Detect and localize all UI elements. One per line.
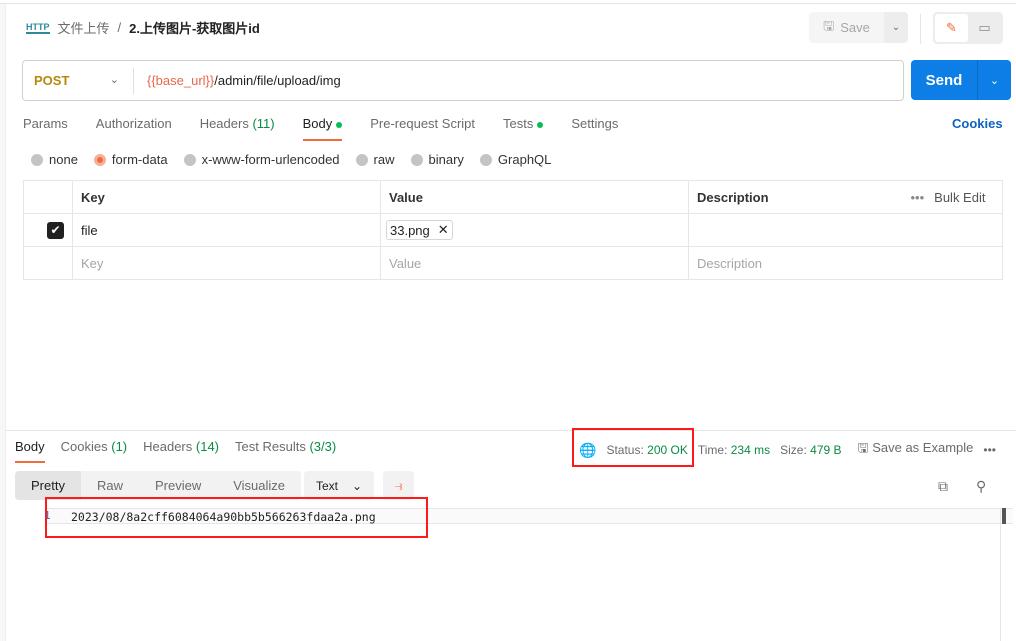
response-tabs: Body Cookies (1) Headers (14) Test Resul… — [15, 439, 352, 463]
close-icon[interactable]: ✕ — [438, 222, 449, 238]
save-icon: 🖫 — [823, 17, 835, 33]
url-path: /admin/file/upload/img — [214, 73, 341, 88]
copy-icon[interactable]: ⧉ — [938, 478, 948, 495]
header-description: Description — [688, 180, 903, 214]
save-dropdown[interactable]: ⌄ — [884, 12, 908, 43]
radio-binary[interactable]: binary — [410, 152, 464, 167]
highlight-box-status — [572, 428, 694, 467]
response-tab-cookies[interactable]: Cookies (1) — [61, 439, 127, 463]
method-select[interactable]: POST ⌄ — [23, 73, 133, 88]
http-icon: HTTP — [26, 21, 50, 34]
url-variable: {{base_url}} — [147, 73, 215, 88]
save-label: Save — [840, 20, 870, 35]
save-button[interactable]: 🖫 Save — [809, 12, 884, 43]
send-button[interactable]: Send — [911, 60, 978, 100]
value-cell[interactable]: 33.png ✕ — [380, 213, 689, 247]
radio-graphql[interactable]: GraphQL — [479, 152, 551, 167]
description-placeholder[interactable]: Description — [688, 246, 1003, 280]
tab-params[interactable]: Params — [23, 116, 68, 140]
tab-pre-request-script[interactable]: Pre-request Script — [370, 116, 475, 140]
tab-authorization[interactable]: Authorization — [96, 116, 172, 140]
highlight-box-body — [45, 497, 428, 538]
response-tab-test-results[interactable]: Test Results (3/3) — [235, 439, 336, 463]
more-options-icon[interactable]: ••• — [983, 443, 996, 457]
divider — [920, 14, 921, 44]
search-icon[interactable]: ⚲ — [976, 478, 986, 495]
tab-settings[interactable]: Settings — [571, 116, 618, 140]
save-as-example-button[interactable]: 🖫 Save as Example — [858, 439, 974, 461]
chevron-down-icon: ⌄ — [109, 74, 119, 86]
body-mode-radios: none form-data x-www-form-urlencoded raw… — [31, 152, 567, 167]
view-pretty[interactable]: Pretty — [15, 471, 81, 500]
method-label: POST — [34, 73, 70, 88]
view-toggle: ✎ ▭ — [933, 12, 1003, 44]
view-raw[interactable]: Raw — [81, 471, 139, 500]
scrollbar[interactable] — [1000, 508, 1008, 641]
radio-none[interactable]: none — [31, 152, 78, 167]
size[interactable]: Size: 479 B — [780, 443, 841, 457]
breadcrumb-separator: / — [117, 20, 122, 35]
form-data-table: Key Value Description ••• Bulk Edit ✔ fil… — [23, 180, 1003, 280]
view-preview[interactable]: Preview — [139, 471, 217, 500]
radio-form-data[interactable]: form-data — [93, 152, 168, 167]
save-icon: 🖫 — [857, 440, 869, 455]
radio-urlencoded[interactable]: x-www-form-urlencoded — [183, 152, 340, 167]
response-tab-body[interactable]: Body — [15, 439, 45, 463]
send-button-group: Send ⌄ — [911, 60, 1011, 100]
response-view-tabs: Pretty Raw Preview Visualize — [15, 471, 302, 500]
left-sidebar-edge — [0, 4, 6, 641]
divider — [133, 67, 134, 94]
header-value: Value — [380, 180, 689, 214]
table-row: ✔ file 33.png ✕ — [23, 213, 1003, 247]
table-row-empty: Key Value Description — [23, 246, 1003, 280]
header-key: Key — [72, 180, 381, 214]
tab-tests[interactable]: Tests — [503, 116, 544, 140]
wrap-lines-icon[interactable]: ⥽ — [383, 471, 414, 500]
description-cell[interactable] — [688, 213, 1003, 247]
view-visualize[interactable]: Visualize — [217, 471, 301, 500]
url-bar: POST ⌄ {{base_url}}/admin/file/upload/img — [22, 60, 904, 101]
cookies-link[interactable]: Cookies — [952, 116, 1003, 131]
url-input[interactable]: {{base_url}}/admin/file/upload/img — [147, 73, 341, 88]
bulk-edit-button[interactable]: ••• Bulk Edit — [902, 180, 1003, 214]
value-placeholder[interactable]: Value — [380, 246, 689, 280]
radio-raw[interactable]: raw — [355, 152, 395, 167]
response-tab-headers[interactable]: Headers (14) — [143, 439, 219, 463]
edit-pencil-icon[interactable]: ✎ — [935, 14, 968, 42]
chevron-down-icon: ⌄ — [351, 478, 363, 493]
key-cell[interactable]: file — [72, 213, 381, 247]
row-checkbox[interactable]: ✔ — [47, 221, 64, 239]
tab-body[interactable]: Body — [302, 116, 343, 141]
send-dropdown-chevron-icon[interactable]: ⌄ — [978, 60, 1011, 100]
comment-icon[interactable]: ▭ — [968, 14, 1001, 42]
response-divider[interactable] — [6, 430, 1016, 431]
file-chip: 33.png ✕ — [386, 220, 453, 240]
format-select[interactable]: Text ⌄ — [304, 471, 374, 500]
top-tab-strip — [0, 0, 1016, 4]
key-placeholder[interactable]: Key — [72, 246, 381, 280]
request-title[interactable]: 2.上传图片-获取图片id — [129, 18, 260, 37]
save-button-group: 🖫 Save ⌄ — [809, 12, 908, 43]
breadcrumb-collection[interactable]: 文件上传 — [58, 18, 110, 37]
status-dot — [336, 121, 343, 128]
status-dot — [537, 121, 544, 128]
tab-headers[interactable]: Headers (11) — [200, 116, 275, 140]
time[interactable]: Time: 234 ms — [698, 443, 770, 457]
breadcrumb: HTTP 文件上传 / 2.上传图片-获取图片id — [26, 18, 260, 37]
response-actions: ⧉ ⚲ — [938, 478, 986, 495]
request-tabs: Params Authorization Headers (11) Body P… — [23, 116, 646, 141]
